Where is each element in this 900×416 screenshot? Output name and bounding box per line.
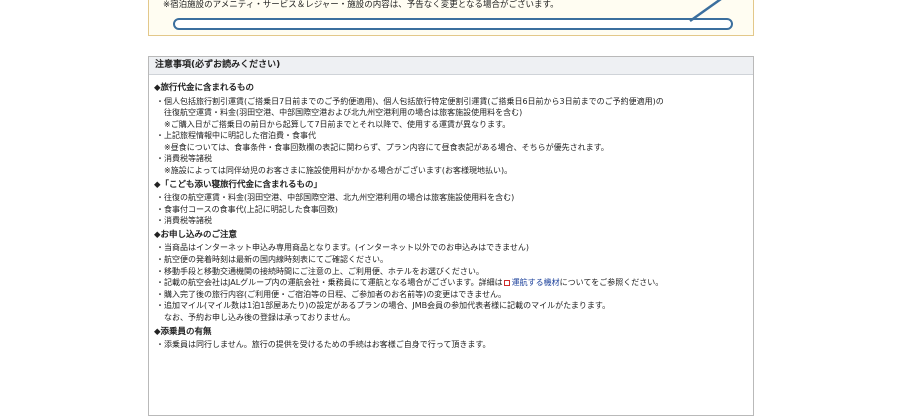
- note-subline: 往復航空運賃・料金(羽田空港、中部国際空港および北九州空港利用の場合は旅客施設使…: [164, 108, 523, 118]
- bullet: ・: [156, 301, 164, 311]
- bullet: ・: [156, 96, 164, 106]
- bullet: ・: [156, 216, 164, 226]
- list-item: ・購入完了後の旅行内容(ご利用便・ご宿泊等の日程、ご参加者のお名前等)の変更はで…: [154, 289, 753, 301]
- external-window-icon: [503, 280, 510, 287]
- bullet: ・: [156, 193, 164, 203]
- bullet: ・: [156, 255, 164, 265]
- list-item-text: 上記旅程情報中に明記した宿泊費・食事代: [164, 131, 316, 141]
- notice-heading: 注意事項(必ずお読みください): [149, 57, 753, 75]
- bullet: ・: [156, 289, 164, 299]
- list-item: ・食事付コースの食事代(上記に明記した食事回数): [154, 204, 753, 216]
- notice-body: ◆旅行代金に含まれるもの ・個人包括旅行割引運賃(ご搭乗日7日前までのご予約便適用…: [149, 75, 753, 351]
- list-item-text: 往復の航空運賃・料金(羽田空港、中部国際空港、北九州空港利用の場合は旅客施設使用…: [164, 193, 515, 203]
- bullet: ・: [156, 131, 164, 141]
- list-item-text: 移動手段と移動交通機関の接続時間にご注意の上、ご利用便、ホテルをお選びください。: [164, 266, 484, 276]
- list-item-text: 消費税等諸税: [164, 216, 212, 226]
- list-item: ・添乗員は同行しません。旅行の提供を受けるための手続はお客様ご自身で行って頂きま…: [154, 339, 753, 351]
- bullet: ・: [156, 266, 164, 276]
- pointer-arrow-icon: [689, 0, 722, 23]
- list-item: ・往復の航空運賃・料金(羽田空港、中部国際空港、北九州空港利用の場合は旅客施設使…: [154, 192, 753, 204]
- list-item: ・上記旅程情報中に明記した宿泊費・食事代: [154, 130, 753, 142]
- aircraft-info-link[interactable]: 運航する機材: [512, 278, 560, 287]
- list-item: ・記載の航空会社はJALグループ内の運航会社・乗務員にて運航となる場合がございま…: [154, 277, 753, 289]
- list-item-text: 食事付コースの食事代(上記に明記した食事回数): [164, 204, 338, 214]
- list-item: ・消費税等諸税: [154, 215, 753, 227]
- note-subline: なお、予約お申し込み後の登録は承っておりません。: [164, 313, 356, 322]
- amenity-info-box: ※宿泊施設のアメニティ・サービス＆レジャー・施設の内容は、予告なく変更となる場合…: [148, 0, 754, 36]
- list-item-text: 購入完了後の旅行内容(ご利用便・ご宿泊等の日程、ご参加者のお名前等)の変更はでき…: [164, 289, 506, 299]
- notice-panel: 注意事項(必ずお読みください) ◆旅行代金に含まれるもの ・個人包括旅行割引運賃(…: [148, 56, 754, 416]
- section-title: ◆添乗員の有無: [154, 326, 212, 337]
- rounded-bar: [173, 18, 733, 30]
- section-title: ◆お申し込みのご注意: [154, 229, 238, 240]
- list-item-text: 追加マイル(マイル数は1泊1部屋あたり)の設定があるプランの場合、JMB会員の参…: [164, 301, 611, 311]
- list-item-text: 消費税等諸税: [164, 154, 212, 164]
- bullet: ・: [156, 340, 164, 350]
- bullet: ・: [156, 278, 164, 288]
- list-item: ・消費税等諸税: [154, 153, 753, 165]
- list-item: ・航空便の発着時刻は最新の国内線時刻表にてご確認ください。: [154, 254, 753, 266]
- list-item-text-after: についてをご参照ください。: [559, 278, 664, 288]
- section-title: ◆「こども添い寝旅行代金に含まれるもの」: [154, 179, 323, 190]
- list-item: ・移動手段と移動交通機関の接続時間にご注意の上、ご利用便、ホテルをお選びください…: [154, 266, 753, 278]
- amenity-note: ※宿泊施設のアメニティ・サービス＆レジャー・施設の内容は、予告なく変更となる場合…: [163, 0, 559, 10]
- list-item-text: 添乗員は同行しません。旅行の提供を受けるための手続はお客様ご自身で行って頂きます…: [164, 340, 491, 350]
- bullet: ・: [156, 204, 164, 214]
- list-item: ・追加マイル(マイル数は1泊1部屋あたり)の設定があるプランの場合、JMB会員の…: [154, 300, 753, 312]
- note-subline: ※ご購入日がご搭乗日の前日から起算して7日前までとそれ以降で、使用する運賃が異な…: [164, 119, 511, 129]
- section-title: ◆旅行代金に含まれるもの: [154, 83, 255, 93]
- bullet: ・: [156, 243, 164, 253]
- list-item: ・個人包括旅行割引運賃(ご搭乗日7日前までのご予約便適用)、個人包括旅行特定便割…: [154, 96, 753, 108]
- list-item-text: 個人包括旅行割引運賃(ご搭乗日7日前までのご予約便適用)、個人包括旅行特定便割引…: [164, 96, 664, 106]
- bullet: ・: [156, 154, 164, 164]
- note-subline: ※昼食については、食事条件・食事回数欄の表記に関わらず、プラン内容にて昼食表記が…: [164, 142, 609, 152]
- list-item-text: 航空便の発着時刻は最新の国内線時刻表にてご確認ください。: [164, 255, 388, 265]
- note-subline: ※施設によっては同伴幼児のお客さまに施設使用料がかかる場合がございます(お客様現…: [164, 166, 513, 176]
- list-item-text: 記載の航空会社はJALグループ内の運航会社・乗務員にて運航となる場合がございます…: [164, 278, 503, 288]
- list-item-text: 当商品はインターネット申込み専用商品となります。(インターネット以外でのお申込み…: [164, 243, 529, 253]
- list-item: ・当商品はインターネット申込み専用商品となります。(インターネット以外でのお申込…: [154, 242, 753, 254]
